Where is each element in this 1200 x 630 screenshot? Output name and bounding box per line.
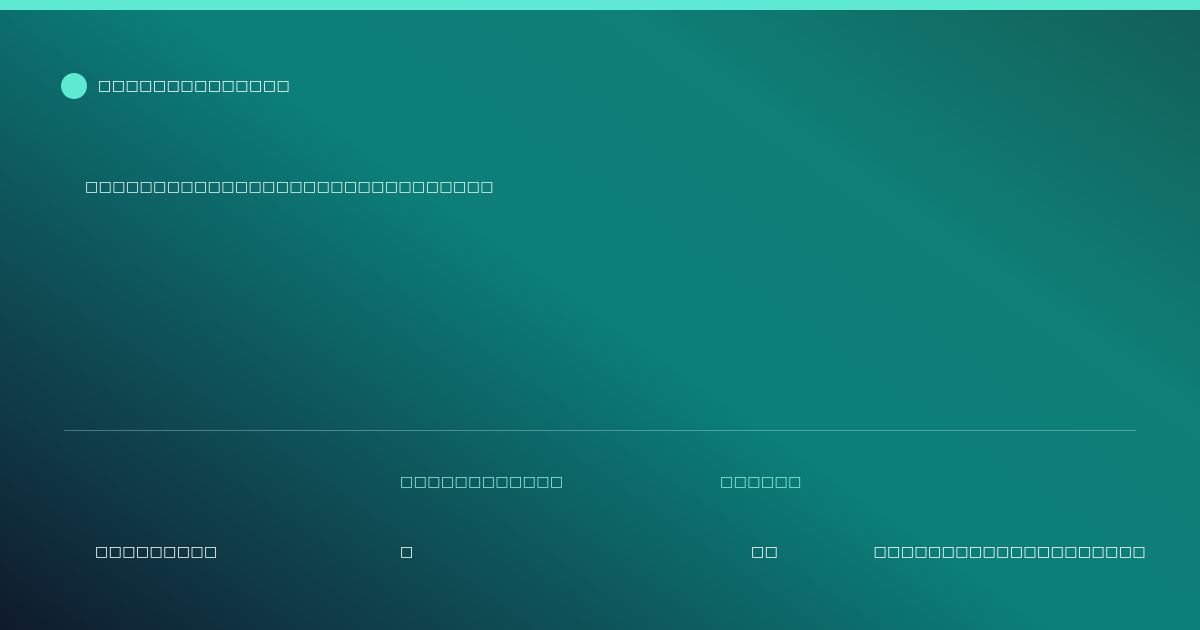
headline: □□□□□□□□□□□□□□□□□□□□□□□□□□□□□□ [85,179,494,195]
divider [64,430,1136,431]
footer-label-a: □□□□□□□□□□□□ [400,474,564,490]
brand: □□□□□□□□□□□□□□ [61,73,290,99]
footer-value-left: □□□□□□□□□ [95,544,218,560]
accent-top-bar [0,0,1200,10]
footer-value-b: □□ [751,544,779,560]
brand-dot-icon [61,73,87,99]
brand-name: □□□□□□□□□□□□□□ [98,78,291,94]
share-card: □□□□□□□□□□□□□□ □□□□□□□□□□□□□□□□□□□□□□□□□… [0,0,1200,630]
footer-value-right: □□□□□□□□□□□□□□□□□□□□ [873,544,1146,560]
footer-label-b: □□□□□□ [720,474,802,490]
footer-value-a: □ [400,544,414,560]
